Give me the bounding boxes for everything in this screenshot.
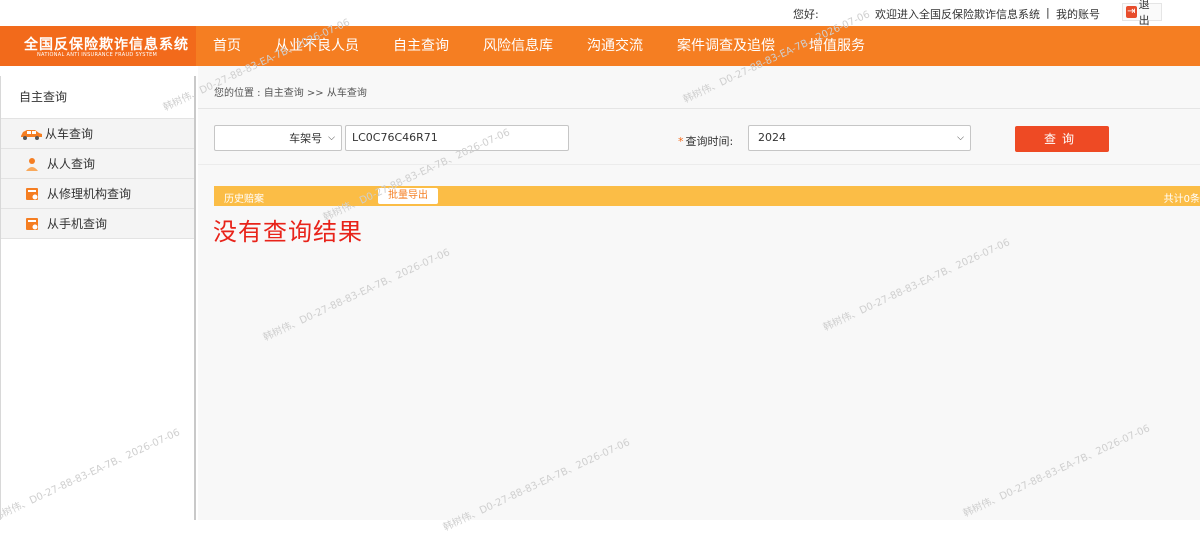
- sidebar-item-label: 从修理机构查询: [47, 187, 132, 201]
- query-button[interactable]: 查询: [1015, 126, 1109, 152]
- logout-label: 退出: [1138, 0, 1150, 27]
- nav-item-investigation[interactable]: 案件调查及追偿: [660, 26, 792, 66]
- nav-item-bad-staff[interactable]: 从业不良人员: [258, 26, 376, 66]
- total-count: 共计0条: [1163, 194, 1200, 205]
- brand-title-en: NATIONAL ANTI INSURANCE FRAUD SYSTEM: [37, 52, 158, 58]
- query-time-label: * 查询时间:: [678, 133, 733, 149]
- history-claims-title: 历史赔案: [224, 194, 264, 205]
- sidebar-item-label: 从车查询: [45, 127, 94, 141]
- year-select[interactable]: 2024 ⌵: [748, 125, 971, 151]
- sidebar-item-person[interactable]: 从人查询: [1, 149, 194, 179]
- history-claims-bar: 历史赔案 批量导出 共计0条: [214, 186, 1200, 206]
- person-icon: [23, 157, 41, 171]
- nav-item-home[interactable]: 首页: [196, 26, 258, 66]
- nav-item-risk-db[interactable]: 风险信息库: [466, 26, 570, 66]
- no-result-message: 没有查询结果: [213, 218, 363, 246]
- phone-icon: [23, 217, 41, 231]
- nav-item-self-query[interactable]: 自主查询: [376, 26, 466, 66]
- logout-icon: ⇥: [1126, 6, 1137, 18]
- breadcrumb: 您的位置 : 自主查询 >> 从车查询: [214, 88, 367, 99]
- query-type-value: 车架号: [289, 132, 323, 145]
- divider: [198, 164, 1200, 165]
- separator: |: [1046, 6, 1050, 19]
- brand-logo: 全国反保险欺诈信息系统 NATIONAL ANTI INSURANCE FRAU…: [0, 26, 196, 66]
- divider: [198, 108, 1200, 109]
- nav-items: 首页 从业不良人员 自主查询 风险信息库 沟通交流 案件调查及追偿 增值服务: [196, 26, 882, 66]
- chevron-down-icon: ⌵: [328, 133, 335, 143]
- brand-title-cn: 全国反保险欺诈信息系统: [24, 37, 189, 53]
- main-content: 您的位置 : 自主查询 >> 从车查询 车架号 ⌵ LC0C76C46R71 *…: [198, 66, 1200, 520]
- sidebar-item-phone[interactable]: 从手机查询: [1, 209, 194, 239]
- greeting-text: 您好:: [793, 8, 819, 21]
- required-mark: *: [678, 135, 684, 148]
- nav-item-value-added[interactable]: 增值服务: [792, 26, 882, 66]
- sidebar-item-label: 从人查询: [47, 157, 96, 171]
- query-time-text: 查询时间:: [685, 135, 734, 148]
- logout-button[interactable]: ⇥ 退出: [1122, 0, 1162, 27]
- my-account-link[interactable]: 我的账号: [1056, 6, 1100, 22]
- sidebar-item-repair-shop[interactable]: 从修理机构查询: [1, 179, 194, 209]
- query-type-select[interactable]: 车架号 ⌵: [214, 125, 342, 151]
- sidebar-item-label: 从手机查询: [47, 217, 108, 231]
- sidebar-header: 自主查询: [1, 76, 194, 119]
- top-bar: 您好: 欢迎进入全国反保险欺诈信息系统 | 我的账号 ⇥ 退出: [0, 0, 1200, 27]
- main-nav: 全国反保险欺诈信息系统 NATIONAL ANTI INSURANCE FRAU…: [0, 26, 1200, 66]
- welcome-text: 欢迎进入全国反保险欺诈信息系统: [875, 8, 1040, 21]
- nav-item-communication[interactable]: 沟通交流: [570, 26, 660, 66]
- sidebar: 自主查询 从车查询 从人查询 从修理机构查询 从手机查询: [0, 76, 196, 520]
- vin-input[interactable]: LC0C76C46R71: [345, 125, 569, 151]
- repair-shop-icon: [23, 187, 41, 201]
- car-icon: [19, 127, 43, 141]
- chevron-down-icon: ⌵: [957, 133, 964, 143]
- year-value: 2024: [758, 131, 786, 144]
- batch-export-button[interactable]: 批量导出: [378, 188, 438, 204]
- sidebar-item-vehicle[interactable]: 从车查询: [1, 119, 194, 149]
